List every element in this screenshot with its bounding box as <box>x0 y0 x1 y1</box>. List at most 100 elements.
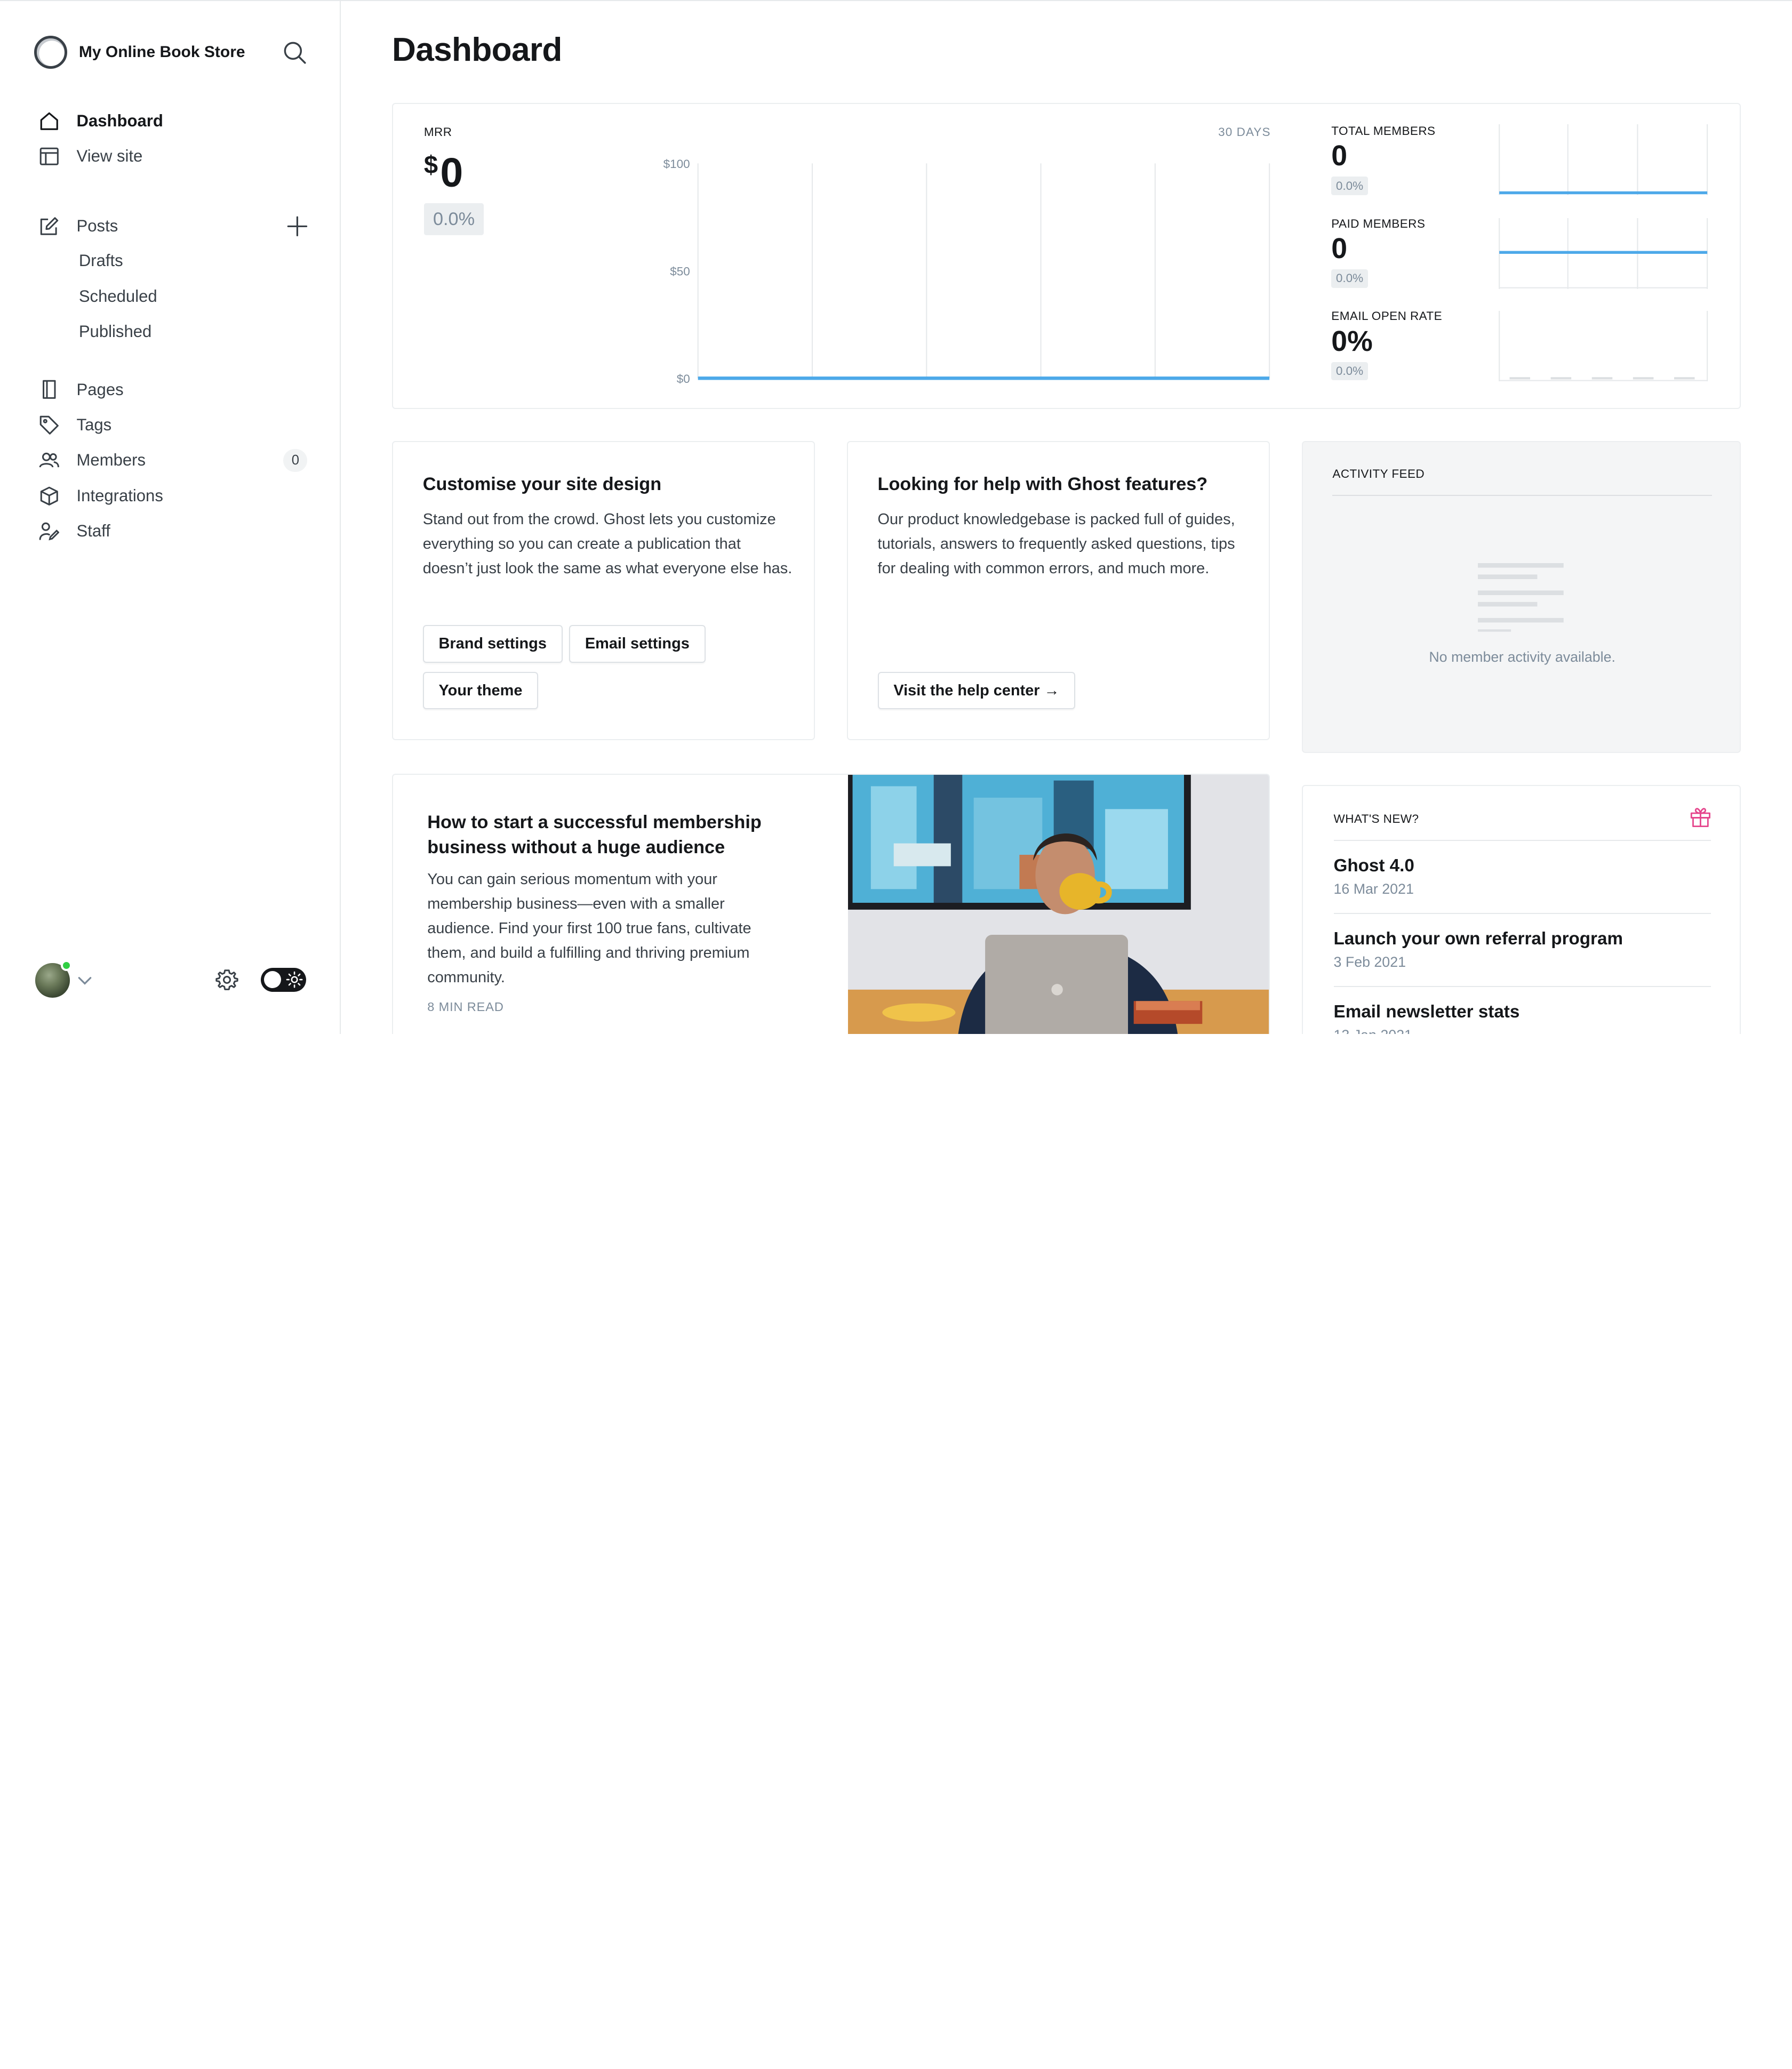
cube-icon <box>40 486 58 506</box>
total-members-change: 0.0% <box>1331 177 1368 195</box>
paid-members-sparkline <box>1499 218 1708 289</box>
news-item-date: 13 Jan 2021 <box>1334 1027 1412 1034</box>
chart-y-tick-label: $100 <box>663 157 690 171</box>
mrr-card: MRR $0 0.0% 30 DAYS $100 $50 $0 TOTAL MEMB… <box>392 102 1741 409</box>
tag-icon <box>39 415 59 435</box>
empty-list-icon <box>1477 563 1564 632</box>
nav-posts[interactable]: Posts <box>39 212 118 239</box>
layout-icon <box>39 147 59 165</box>
activity-feed-label: ACTIVITY FEED <box>1332 467 1425 481</box>
total-members-stat: TOTAL MEMBERS 0 0.0% <box>1331 124 1514 195</box>
sidebar: My Online Book Store Dashboard View site… <box>0 1 341 1034</box>
help-card-title: Looking for help with Ghost features? <box>877 474 1208 494</box>
news-item-title[interactable]: Launch your own referral program <box>1334 929 1623 949</box>
news-item-date: 3 Feb 2021 <box>1333 954 1406 970</box>
members-count-badge: 0 <box>283 449 308 472</box>
mrr-label: MRR <box>423 125 452 139</box>
article-read-time: 8 MIN READ <box>427 999 504 1014</box>
nav-view-site-label: View site <box>76 147 143 166</box>
nav-drafts[interactable]: Drafts <box>79 251 123 270</box>
mrr-value: $0 <box>424 149 463 197</box>
brand-settings-button[interactable]: Brand settings <box>422 624 563 663</box>
article-excerpt: You can gain serious momentum with your … <box>427 871 751 987</box>
site-name: My Online Book Store <box>78 43 245 61</box>
chart-y-tick-label: $50 <box>670 264 691 278</box>
edit-icon <box>40 217 59 235</box>
site-brand[interactable]: My Online Book Store <box>34 35 245 69</box>
your-theme-button[interactable]: Your theme <box>422 671 539 710</box>
nav-view-site[interactable]: View site <box>39 143 142 170</box>
total-members-sparkline <box>1499 124 1708 196</box>
mrr-currency: $ <box>423 150 438 179</box>
range-label: 30 DAYS <box>1218 125 1271 139</box>
customise-design-card: Customise your site design Stand out fro… <box>392 441 815 741</box>
email-open-rate-change: 0.0% <box>1331 362 1368 381</box>
article-title[interactable]: How to start a successful membership bus… <box>427 810 793 860</box>
email-settings-button[interactable]: Email settings <box>569 624 706 663</box>
total-members-label: TOTAL MEMBERS <box>1331 124 1436 138</box>
email-open-rate-stat: EMAIL OPEN RATE 0% 0.0% <box>1331 309 1514 381</box>
nav-members-label: Members <box>76 451 146 470</box>
design-card-title: Customise your site design <box>422 474 662 494</box>
nav-pages-label: Pages <box>76 380 124 399</box>
whats-new-label: WHAT'S NEW? <box>1333 812 1419 826</box>
visit-help-center-button[interactable]: Visit the help center → <box>877 671 1076 710</box>
members-icon <box>39 453 59 468</box>
news-item-date: 16 Mar 2021 <box>1333 880 1414 897</box>
activity-empty-text: No member activity available. <box>1429 648 1615 665</box>
article-image[interactable] <box>847 774 1270 1034</box>
mrr-amount: 0 <box>440 150 463 196</box>
online-status-dot <box>60 959 72 972</box>
nav-integrations-label: Integrations <box>76 486 163 505</box>
paid-members-label: PAID MEMBERS <box>1331 216 1426 230</box>
search-icon[interactable] <box>282 40 307 65</box>
app-window: My Online Book Store Dashboard View site… <box>0 0 1792 1034</box>
gear-icon[interactable] <box>215 968 239 992</box>
chart-y-tick-label: $0 <box>677 372 690 386</box>
nav-tags[interactable]: Tags <box>39 411 111 438</box>
site-logo <box>34 36 68 69</box>
theme-toggle[interactable] <box>260 967 307 992</box>
news-item-title[interactable]: Ghost 4.0 <box>1334 856 1414 876</box>
nav-staff[interactable]: Staff <box>39 518 110 545</box>
activity-divider <box>1332 494 1712 496</box>
mrr-chart: $100 $50 $0 <box>663 157 1270 386</box>
mrr-change-badge: 0.0% <box>423 203 484 236</box>
nav-scheduled[interactable]: Scheduled <box>79 287 157 306</box>
activity-feed: ACTIVITY FEED No member activity availab… <box>1301 441 1741 753</box>
help-card: Looking for help with Ghost features? Ou… <box>846 441 1270 741</box>
nav-tags-label: Tags <box>76 415 112 434</box>
help-card-text: Our product knowledgebase is packed full… <box>877 511 1235 578</box>
whats-new-divider <box>1333 839 1711 841</box>
paid-members-stat: PAID MEMBERS 0 0.0% <box>1331 217 1514 288</box>
nav-members[interactable]: Members <box>39 447 146 474</box>
sun-icon <box>286 971 303 988</box>
home-icon <box>40 112 58 130</box>
email-open-rate-chart <box>1499 310 1708 382</box>
user-avatar[interactable] <box>35 959 72 998</box>
whats-new-card: WHAT'S NEW? Ghost 4.0 16 Mar 2021 Launch… <box>1301 785 1741 1034</box>
nav-posts-label: Posts <box>76 216 118 236</box>
email-open-rate-value: 0% <box>1331 325 1373 357</box>
chevron-down-icon[interactable] <box>77 972 93 988</box>
nav-pages[interactable]: Pages <box>39 376 124 403</box>
whats-new-divider <box>1333 912 1711 914</box>
news-item-title[interactable]: Email newsletter stats <box>1334 1002 1520 1022</box>
paid-members-change: 0.0% <box>1331 269 1368 288</box>
gift-icon <box>1690 808 1710 828</box>
nav-published[interactable]: Published <box>79 322 151 341</box>
featured-article-card[interactable]: How to start a successful membership bus… <box>392 773 1270 1034</box>
nav-dashboard[interactable]: Dashboard <box>39 107 163 134</box>
nav-integrations[interactable]: Integrations <box>39 482 163 509</box>
toggle-knob <box>263 971 282 989</box>
page-title: Dashboard <box>392 31 562 68</box>
design-card-text: Stand out from the crowd. Ghost lets you… <box>422 511 793 578</box>
staff-icon <box>39 522 60 541</box>
whats-new-divider <box>1333 986 1711 988</box>
total-members-value: 0 <box>1331 140 1348 172</box>
paid-members-value: 0 <box>1331 232 1348 264</box>
email-open-rate-label: EMAIL OPEN RATE <box>1331 309 1443 323</box>
page-icon <box>42 380 56 399</box>
new-post-plus-icon[interactable] <box>286 215 309 238</box>
nav-staff-label: Staff <box>76 522 110 541</box>
